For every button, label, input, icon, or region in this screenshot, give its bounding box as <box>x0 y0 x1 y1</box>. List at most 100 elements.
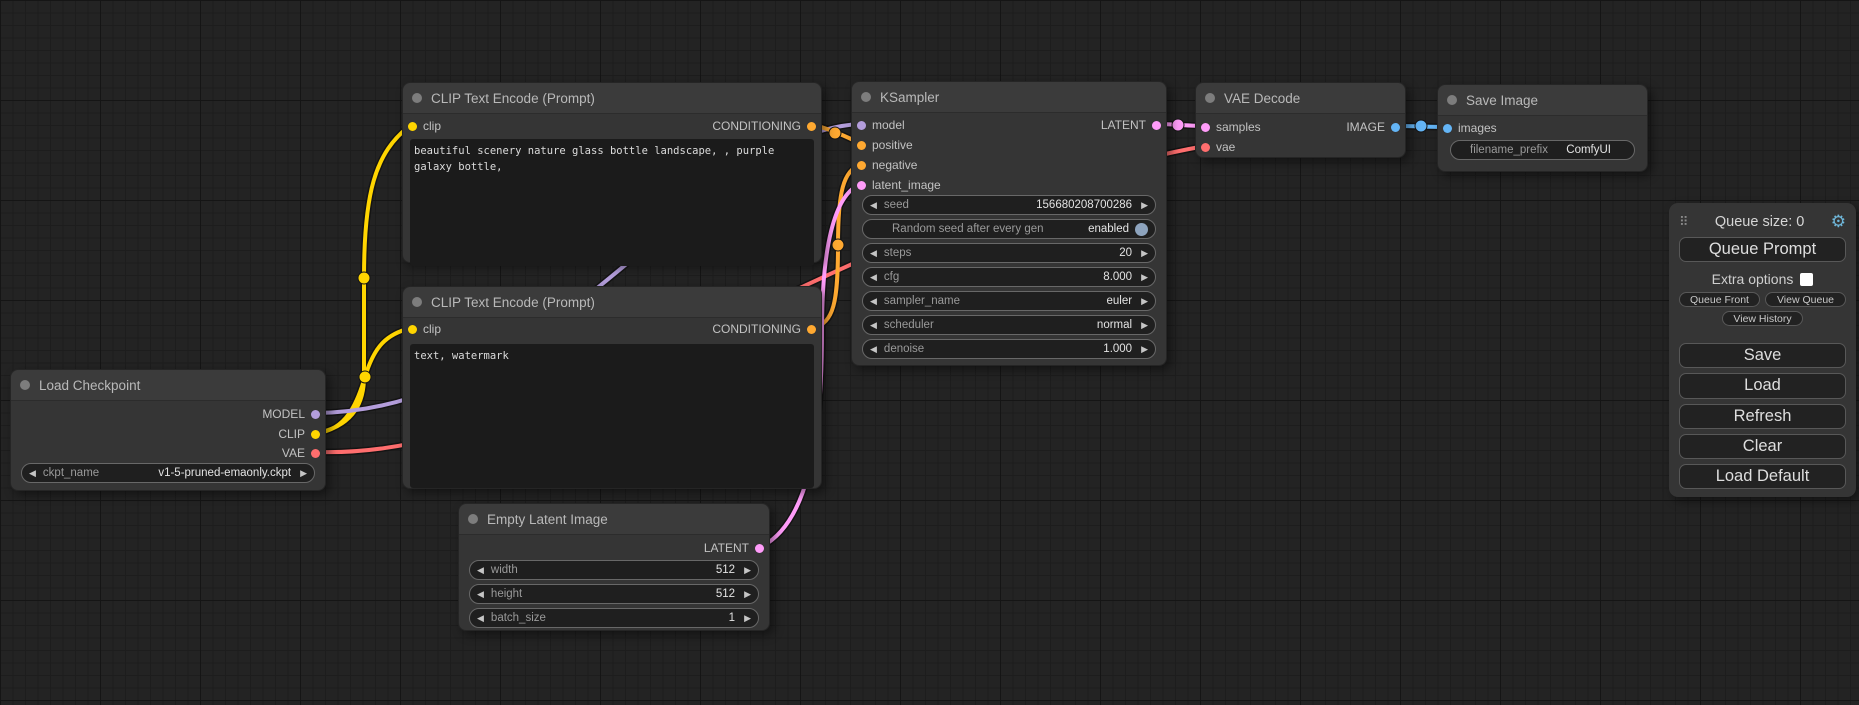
increment-arrow-icon[interactable]: ▶ <box>1141 321 1148 330</box>
widget-seed[interactable]: ◀ seed 156680208700286 ▶ <box>862 195 1156 215</box>
increment-arrow-icon[interactable]: ▶ <box>1141 201 1148 210</box>
decrement-arrow-icon[interactable]: ◀ <box>870 321 877 330</box>
widget-value: enabled <box>1088 223 1129 235</box>
node-load-checkpoint[interactable]: Load Checkpoint MODEL CLIP VAE ◀ ckpt_na… <box>10 369 326 491</box>
node-titlebar[interactable]: CLIP Text Encode (Prompt) <box>403 83 821 114</box>
load-default-button[interactable]: Load Default <box>1679 464 1846 489</box>
collapse-dot-icon[interactable] <box>1447 95 1457 105</box>
output-port-conditioning[interactable] <box>807 325 816 334</box>
node-titlebar[interactable]: Empty Latent Image <box>459 504 769 535</box>
widget-value: 1.000 <box>1103 343 1132 355</box>
node-titlebar[interactable]: Save Image <box>1438 85 1647 116</box>
decrement-arrow-icon[interactable]: ◀ <box>477 590 484 599</box>
prompt-text-field[interactable]: text, watermark <box>410 344 814 488</box>
widget-steps[interactable]: ◀ steps 20 ▶ <box>862 243 1156 263</box>
input-port-positive[interactable] <box>857 141 866 150</box>
load-button[interactable]: Load <box>1679 373 1846 398</box>
output-port-model[interactable] <box>311 410 320 419</box>
extra-options-checkbox[interactable] <box>1800 273 1813 286</box>
collapse-dot-icon[interactable] <box>412 297 422 307</box>
widget-value: 512 <box>716 588 735 600</box>
widget-ckpt-name[interactable]: ◀ ckpt_name v1-5-pruned-emaonly.ckpt ▶ <box>21 463 315 483</box>
decrement-arrow-icon[interactable]: ◀ <box>477 614 484 623</box>
refresh-button[interactable]: Refresh <box>1679 404 1846 429</box>
decrement-arrow-icon[interactable]: ◀ <box>870 201 877 210</box>
decrement-arrow-icon[interactable]: ◀ <box>870 249 877 258</box>
collapse-dot-icon[interactable] <box>861 92 871 102</box>
increment-arrow-icon[interactable]: ▶ <box>300 469 307 478</box>
output-port-vae[interactable] <box>311 449 320 458</box>
queue-size-label: Queue size: 0 <box>1689 214 1831 230</box>
input-port-images[interactable] <box>1443 124 1452 133</box>
widget-random-seed-toggle[interactable]: Random seed after every gen enabled <box>862 219 1156 239</box>
increment-arrow-icon[interactable]: ▶ <box>744 614 751 623</box>
widget-height[interactable]: ◀ height 512 ▶ <box>469 584 759 604</box>
widget-denoise[interactable]: ◀ denoise 1.000 ▶ <box>862 339 1156 359</box>
widget-value: v1-5-pruned-emaonly.ckpt <box>158 467 291 479</box>
widget-sampler-name[interactable]: ◀ sampler_name euler ▶ <box>862 291 1156 311</box>
settings-gear-icon[interactable]: ⚙ <box>1831 213 1846 230</box>
input-port-negative[interactable] <box>857 161 866 170</box>
output-port-latent[interactable] <box>1152 121 1161 130</box>
node-titlebar[interactable]: VAE Decode <box>1196 83 1405 114</box>
output-label: MODEL <box>262 407 305 421</box>
widget-label: Random seed after every gen <box>892 223 1044 235</box>
widget-label: sampler_name <box>884 295 960 307</box>
decrement-arrow-icon[interactable]: ◀ <box>870 297 877 306</box>
collapse-dot-icon[interactable] <box>1205 93 1215 103</box>
view-queue-button[interactable]: View Queue <box>1765 292 1846 307</box>
increment-arrow-icon[interactable]: ▶ <box>1141 249 1148 258</box>
increment-arrow-icon[interactable]: ▶ <box>744 590 751 599</box>
output-port-conditioning[interactable] <box>807 122 816 131</box>
node-save-image[interactable]: Save Image images filename_prefix ComfyU… <box>1437 84 1648 172</box>
widget-batch-size[interactable]: ◀ batch_size 1 ▶ <box>469 608 759 628</box>
output-label: CONDITIONING <box>712 119 801 133</box>
decrement-arrow-icon[interactable]: ◀ <box>870 345 877 354</box>
decrement-arrow-icon[interactable]: ◀ <box>870 273 877 282</box>
node-clip-text-encode-negative[interactable]: CLIP Text Encode (Prompt) clip CONDITION… <box>402 286 822 489</box>
output-port-latent[interactable] <box>755 544 764 553</box>
node-titlebar[interactable]: Load Checkpoint <box>11 370 325 401</box>
widget-scheduler[interactable]: ◀ scheduler normal ▶ <box>862 315 1156 335</box>
collapse-dot-icon[interactable] <box>20 380 30 390</box>
save-button[interactable]: Save <box>1679 343 1846 368</box>
clear-button[interactable]: Clear <box>1679 434 1846 459</box>
input-port-model[interactable] <box>857 121 866 130</box>
increment-arrow-icon[interactable]: ▶ <box>744 566 751 575</box>
queue-prompt-button[interactable]: Queue Prompt <box>1679 237 1846 262</box>
node-vae-decode[interactable]: VAE Decode samples IMAGE vae <box>1195 82 1406 158</box>
extra-options-label: Extra options <box>1712 271 1794 287</box>
node-ksampler[interactable]: KSampler model LATENT positive negative … <box>851 81 1167 366</box>
view-history-button[interactable]: View History <box>1722 311 1802 326</box>
input-port-samples[interactable] <box>1201 123 1210 132</box>
node-empty-latent-image[interactable]: Empty Latent Image LATENT ◀ width 512 ▶ … <box>458 503 770 631</box>
decrement-arrow-icon[interactable]: ◀ <box>29 469 36 478</box>
increment-arrow-icon[interactable]: ▶ <box>1141 345 1148 354</box>
node-titlebar[interactable]: KSampler <box>852 82 1166 113</box>
widget-cfg[interactable]: ◀ cfg 8.000 ▶ <box>862 267 1156 287</box>
decrement-arrow-icon[interactable]: ◀ <box>477 566 484 575</box>
input-port-clip[interactable] <box>408 325 417 334</box>
node-titlebar[interactable]: CLIP Text Encode (Prompt) <box>403 287 821 318</box>
reroute-dot <box>829 127 841 139</box>
input-label: images <box>1458 121 1497 135</box>
increment-arrow-icon[interactable]: ▶ <box>1141 273 1148 282</box>
node-clip-text-encode-positive[interactable]: CLIP Text Encode (Prompt) clip CONDITION… <box>402 82 822 263</box>
widget-filename-prefix[interactable]: filename_prefix ComfyUI <box>1450 140 1635 160</box>
node-title: KSampler <box>880 90 939 105</box>
drag-handle-icon[interactable]: ⠿ <box>1679 215 1689 228</box>
reroute-dot <box>832 239 844 251</box>
input-port-clip[interactable] <box>408 122 417 131</box>
toggle-icon[interactable] <box>1135 223 1148 236</box>
widget-value: 8.000 <box>1103 271 1132 283</box>
collapse-dot-icon[interactable] <box>412 93 422 103</box>
input-port-latent-image[interactable] <box>857 181 866 190</box>
output-port-image[interactable] <box>1391 123 1400 132</box>
queue-front-button[interactable]: Queue Front <box>1679 292 1760 307</box>
output-port-clip[interactable] <box>311 430 320 439</box>
input-port-vae[interactable] <box>1201 143 1210 152</box>
prompt-text-field[interactable]: beautiful scenery nature glass bottle la… <box>410 139 814 266</box>
increment-arrow-icon[interactable]: ▶ <box>1141 297 1148 306</box>
collapse-dot-icon[interactable] <box>468 514 478 524</box>
widget-width[interactable]: ◀ width 512 ▶ <box>469 560 759 580</box>
